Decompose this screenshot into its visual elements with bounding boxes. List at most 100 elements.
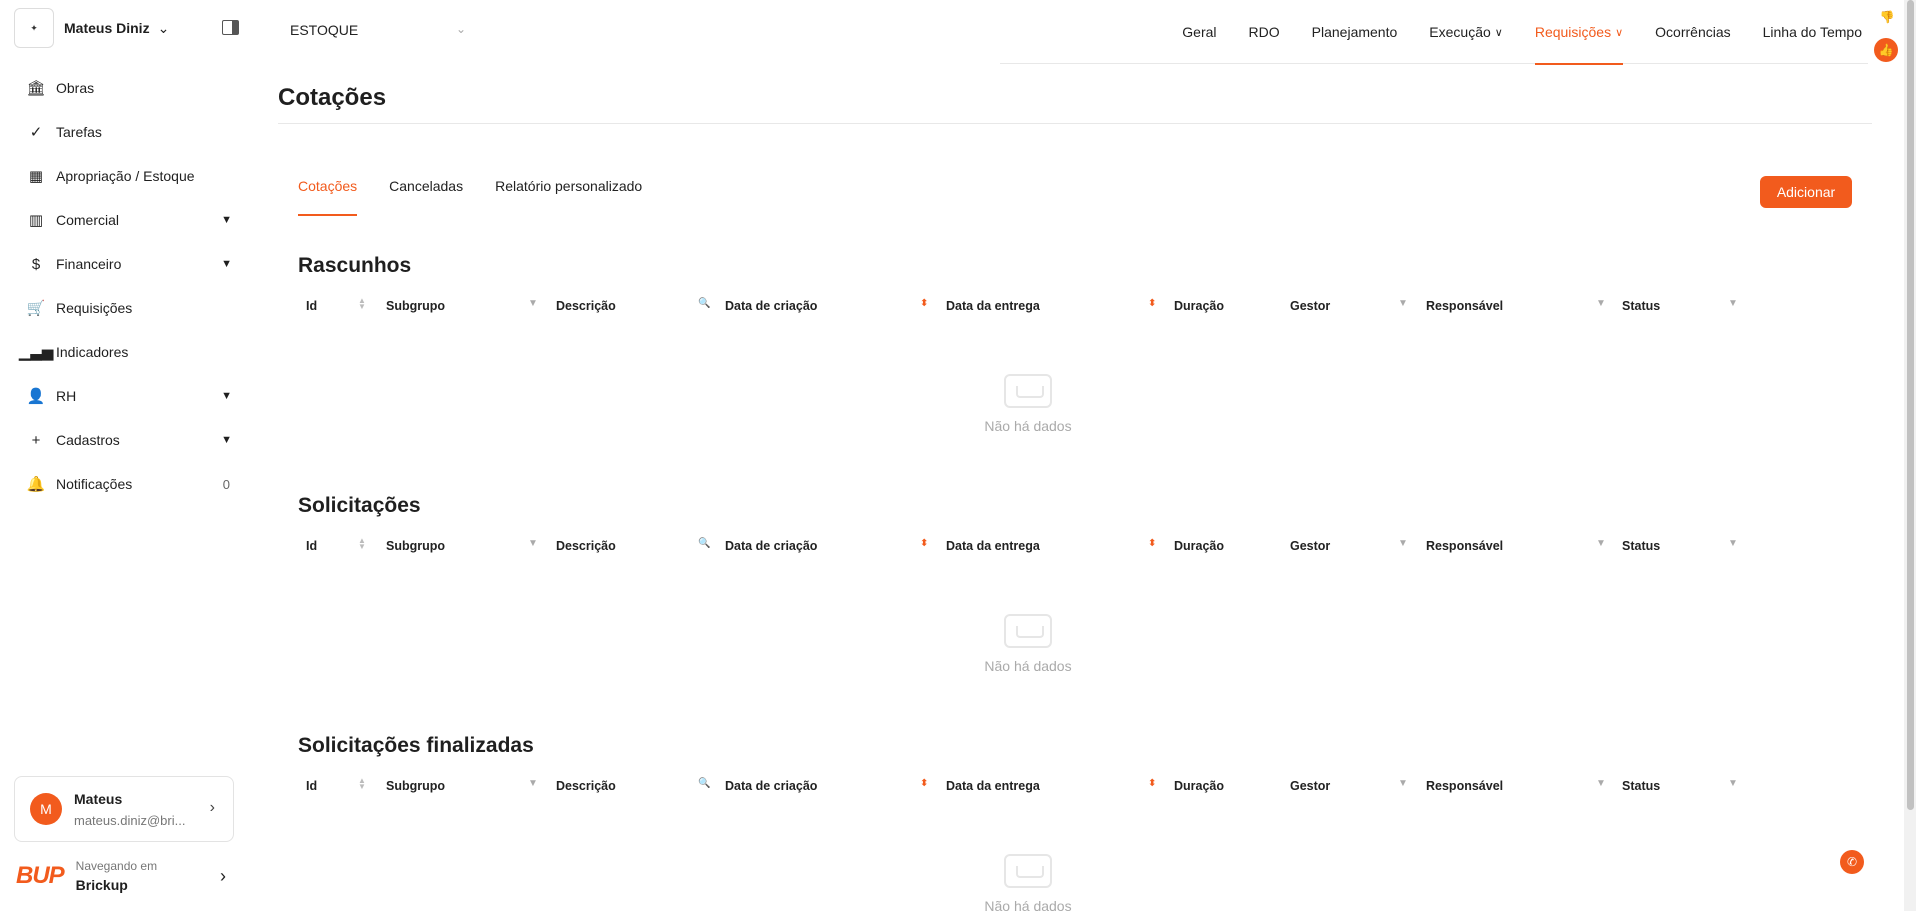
filter-icon[interactable]: ▼ (1596, 298, 1606, 309)
column-gestor[interactable]: Gestor (1290, 779, 1330, 793)
chevron-down-icon: ⌄ (157, 19, 170, 36)
sidebar-item-label: Tarefas (56, 124, 102, 140)
column-duracao[interactable]: Duração (1174, 779, 1224, 793)
filter-icon[interactable]: ▼ (1728, 778, 1738, 789)
sort-icon[interactable]: ▲ ▼ (358, 297, 366, 311)
sidebar-item-label: Notificações (56, 476, 133, 492)
chevron-down-icon: ∨ (1615, 26, 1624, 39)
sidebar-item-notificacoes[interactable]: 🔔 Notificações 0 (14, 462, 242, 506)
search-icon[interactable]: 🔍 (698, 298, 710, 309)
filter-icon[interactable]: ▼ (1398, 298, 1408, 309)
tab-linha-do-tempo[interactable]: Linha do Tempo (1763, 0, 1862, 64)
thumbs-up-icon[interactable]: 👍 (1874, 38, 1898, 62)
company-switcher[interactable]: BUP Navegando em Brickup › (16, 856, 236, 896)
search-icon[interactable]: 🔍 (698, 778, 710, 789)
column-descricao[interactable]: Descrição (556, 779, 616, 793)
sidebar-item-comercial[interactable]: ▥ Comercial ▼ (14, 198, 242, 242)
column-subgrupo[interactable]: Subgrupo (386, 779, 445, 793)
filter-icon[interactable]: ▼ (1398, 538, 1408, 549)
sidebar-item-cadastros[interactable]: + Cadastros ▼ (14, 418, 242, 462)
column-status[interactable]: Status (1622, 299, 1660, 313)
sidebar-item-financeiro[interactable]: $ Financeiro ▼ (14, 242, 242, 286)
filter-icon[interactable]: ▼ (528, 298, 538, 309)
column-id[interactable]: Id (306, 299, 317, 313)
column-data-criacao[interactable]: Data de criação (725, 779, 817, 793)
sidebar-item-label: Cadastros (56, 432, 120, 448)
filter-icon[interactable]: ▼ (1596, 538, 1606, 549)
tab-requisicoes[interactable]: Requisições ∨ (1534, 0, 1624, 65)
tab-canceladas[interactable]: Canceladas (389, 178, 463, 214)
column-descricao[interactable]: Descrição (556, 539, 616, 553)
table-header: Id ▲ ▼ Subgrupo ▼ Descrição 🔍 Data de cri… (298, 526, 1758, 566)
column-status[interactable]: Status (1622, 539, 1660, 553)
column-data-criacao[interactable]: Data de criação (725, 299, 817, 313)
tab-relatorio[interactable]: Relatório personalizado (495, 178, 642, 214)
tab-geral[interactable]: Geral (1182, 0, 1216, 64)
tab-label: Requisições (1534, 24, 1612, 40)
scrollbar-thumb[interactable] (1907, 0, 1914, 810)
search-icon[interactable]: 🔍 (698, 538, 710, 549)
tab-planejamento[interactable]: Planejamento (1312, 0, 1398, 64)
column-data-criacao[interactable]: Data de criação (725, 539, 817, 553)
column-data-entrega[interactable]: Data da entrega (946, 539, 1040, 553)
sidebar-item-apropriacao[interactable]: ▦ Apropriação / Estoque (14, 154, 242, 198)
sort-icon[interactable]: ⬍ (1148, 298, 1156, 309)
sort-icon[interactable]: ⬍ (920, 538, 928, 549)
column-descricao[interactable]: Descrição (556, 299, 616, 313)
sidebar-collapse-icon[interactable] (222, 20, 239, 35)
thumbs-down-icon[interactable]: 👎 (1874, 10, 1900, 24)
filter-icon[interactable]: ▼ (528, 538, 538, 549)
sidebar-item-rh[interactable]: 👤 RH ▼ (14, 374, 242, 418)
sort-icon[interactable]: ⬍ (920, 298, 928, 309)
column-responsavel[interactable]: Responsável (1426, 779, 1503, 793)
sort-icon[interactable]: ▲ ▼ (358, 777, 366, 791)
tab-rdo[interactable]: RDO (1249, 0, 1280, 64)
page-scrollbar[interactable] (1904, 0, 1916, 911)
sort-icon[interactable]: ▲ ▼ (358, 537, 366, 551)
column-responsavel[interactable]: Responsável (1426, 299, 1503, 313)
user-card[interactable]: M Mateus mateus.diniz@bri... › (14, 776, 234, 842)
column-duracao[interactable]: Duração (1174, 299, 1224, 313)
column-id[interactable]: Id (306, 779, 317, 793)
column-gestor[interactable]: Gestor (1290, 299, 1330, 313)
filter-icon[interactable]: ▼ (528, 778, 538, 789)
sidebar-item-label: Financeiro (56, 256, 122, 272)
tab-label: Planejamento (1311, 24, 1398, 40)
sort-icon[interactable]: ⬍ (920, 778, 928, 789)
sidebar-item-indicadores[interactable]: ▁▃▅ Indicadores (14, 330, 242, 374)
workspace-user-name: Mateus Diniz (64, 20, 150, 36)
filter-icon[interactable]: ▼ (1728, 538, 1738, 549)
sort-icon[interactable]: ⬍ (1148, 538, 1156, 549)
workspace-switcher[interactable]: ✦ Mateus Diniz ⌄ (14, 8, 169, 48)
sidebar-item-label: Requisições (56, 300, 133, 316)
column-gestor[interactable]: Gestor (1290, 539, 1330, 553)
obra-select[interactable]: ESTOQUE ⌄ (290, 22, 466, 38)
tab-ocorrencias[interactable]: Ocorrências (1655, 0, 1730, 64)
column-status[interactable]: Status (1622, 779, 1660, 793)
filter-icon[interactable]: ▼ (1728, 298, 1738, 309)
sidebar-item-requisicoes[interactable]: 🛒 Requisições (14, 286, 242, 330)
column-data-entrega[interactable]: Data da entrega (946, 779, 1040, 793)
filter-icon[interactable]: ▼ (1398, 778, 1408, 789)
tab-cotacoes[interactable]: Cotações (298, 178, 358, 216)
column-duracao[interactable]: Duração (1174, 539, 1224, 553)
sidebar-item-tarefas[interactable]: ✓ Tarefas (14, 110, 242, 154)
sidebar-item-label: Apropriação / Estoque (56, 168, 195, 184)
chevron-right-icon: › (220, 866, 226, 886)
column-responsavel[interactable]: Responsável (1426, 539, 1503, 553)
column-subgrupo[interactable]: Subgrupo (386, 299, 445, 313)
bar-chart-icon: ▁▃▅ (18, 344, 54, 361)
company-name: Brickup (75, 877, 128, 893)
sort-icon[interactable]: ⬍ (1148, 778, 1156, 789)
add-button[interactable]: Adicionar (1760, 176, 1852, 208)
tab-execucao[interactable]: Execução ∨ (1429, 0, 1503, 64)
column-id[interactable]: Id (306, 539, 317, 553)
chat-icon[interactable]: ✆ (1840, 850, 1864, 874)
page-title: Cotações (278, 84, 387, 111)
feedback-widget: 👎 👍 (1874, 10, 1900, 62)
column-subgrupo[interactable]: Subgrupo (386, 539, 445, 553)
tab-label: RDO (1248, 24, 1280, 40)
sidebar-item-obras[interactable]: 🏛 Obras (14, 66, 242, 110)
filter-icon[interactable]: ▼ (1596, 778, 1606, 789)
column-data-entrega[interactable]: Data da entrega (946, 299, 1040, 313)
